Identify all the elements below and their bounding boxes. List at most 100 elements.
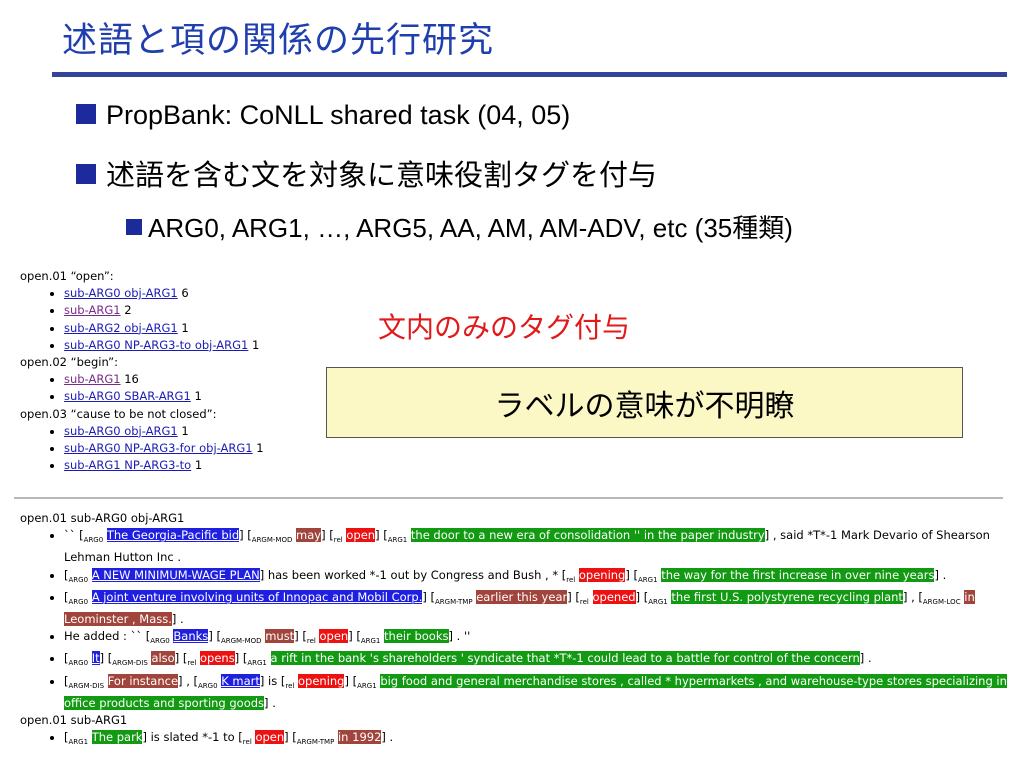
arg-span: their books (384, 629, 449, 644)
role-label: rel (333, 536, 343, 545)
role-label: ARG0 (198, 681, 218, 690)
frame-link[interactable]: sub-ARG0 SBAR-ARG1 (64, 389, 191, 403)
example-sentence: [ARG0 A joint venture involving units of… (64, 589, 1010, 628)
example-list: [ARG1 The park] is slated *-1 to [rel op… (20, 729, 1010, 751)
rel-span: open (319, 629, 349, 644)
frame-item: sub-ARG1 16 (64, 371, 264, 388)
example-heading: open.01 sub-ARG0 obj-ARG1 (20, 511, 185, 525)
frame-link[interactable]: sub-ARG0 NP-ARG3-to obj-ARG1 (64, 338, 248, 352)
role-label: rel (242, 738, 252, 747)
sentence-text: ] is slated *-1 to [ (142, 730, 243, 745)
example-sentence: [ARG0 A NEW MINIMUM-WAGE PLAN] has been … (64, 567, 1010, 589)
frame-list: sub-ARG0 obj-ARG1 6 sub-ARG1 2 sub-ARG2 … (20, 285, 264, 354)
annotation-box-text: ラベルの意味が不明瞭 (494, 388, 795, 424)
role-label: ARG1 (357, 681, 377, 690)
example-sentence: [ARGM-DIS For instance] , [ARG0 K mart] … (64, 673, 1010, 712)
frame-link[interactable]: sub-ARG0 obj-ARG1 (64, 286, 178, 300)
sentence-text: ] is [ (259, 673, 286, 688)
frame-count: 1 (194, 389, 202, 404)
frame-item: sub-ARG0 obj-ARG1 6 (64, 285, 264, 302)
bullet-propbank: PropBank: CoNLL shared task (04, 05) (76, 100, 570, 131)
square-bullet-icon (76, 103, 96, 124)
arg-span: The park (91, 730, 143, 745)
role-label: ARG0 (68, 597, 89, 606)
frame-link[interactable]: sub-ARG0 obj-ARG1 (64, 424, 178, 438)
frame-heading: open.02 “begin”: (20, 355, 118, 370)
frame-count: 16 (124, 372, 139, 387)
role-label: ARGM-TMP (296, 738, 335, 747)
arg-span: big food and general merchandise stores … (64, 673, 1007, 710)
sentence-text: ] . (264, 695, 276, 710)
role-label: rel (579, 597, 589, 606)
rel-span: opened (592, 589, 636, 604)
frame-count: 1 (256, 441, 264, 456)
frame-item: sub-ARG1 2 (64, 302, 264, 319)
frame-link[interactable]: sub-ARG0 NP-ARG3-for obj-ARG1 (64, 441, 253, 455)
arg-span: must (265, 629, 295, 644)
sentence-text: He added : `` [ (64, 629, 151, 644)
arg-span: K mart (221, 673, 260, 688)
frame-heading: open.03 “cause to be not closed”: (20, 406, 217, 421)
arg-span: For instance (107, 673, 179, 688)
arg-span: the door to a new era of consolidation '… (410, 528, 765, 543)
example-sentence: [ARG0 It] [ARGM-DIS also] [rel opens] [A… (64, 650, 1010, 672)
role-label: ARGM-LOC (922, 597, 961, 606)
role-label: ARGM-MOD (251, 536, 293, 545)
frame-list: sub-ARG1 16 sub-ARG0 SBAR-ARG1 1 (20, 371, 264, 405)
frame-count: 1 (252, 337, 260, 352)
example-sentence: `` [ARG0 The Georgia-Pacific bid] [ARGM-… (64, 527, 1010, 566)
example-sentence: [ARG1 The park] is slated *-1 to [rel op… (64, 729, 1010, 751)
frame-count: 1 (181, 423, 189, 438)
rel-span: opening (298, 673, 345, 688)
frame-link[interactable]: sub-ARG2 obj-ARG1 (64, 321, 178, 335)
arg-span: earlier this year (476, 589, 568, 604)
section-divider (14, 497, 1003, 499)
annotated-examples: open.01 sub-ARG0 obj-ARG1 `` [ARG0 The G… (20, 510, 1010, 751)
sentence-text: ] . (381, 730, 394, 745)
bullet-semantic-roles: 述語を含む文を対象に意味役割タグを付与 (76, 152, 657, 194)
frame-count: 1 (194, 458, 203, 473)
role-label: ARG0 (150, 637, 170, 646)
arg-span: A NEW MINIMUM-WAGE PLAN (91, 567, 260, 582)
frame-link[interactable]: sub-ARG1 NP-ARG3-to (64, 458, 191, 472)
rel-span: open (255, 730, 285, 745)
role-label: ARG1 (387, 536, 408, 545)
frame-item: sub-ARG0 SBAR-ARG1 1 (64, 388, 264, 405)
role-label: rel (187, 659, 197, 668)
frame-count: 1 (181, 320, 189, 335)
sentence-text: `` [ (64, 528, 84, 543)
frame-item: sub-ARG0 NP-ARG3-for obj-ARG1 1 (64, 440, 264, 457)
arg-span: in 1992 (337, 730, 382, 745)
role-label: rel (566, 575, 576, 584)
role-label: rel (306, 637, 316, 646)
frame-count: 6 (181, 286, 189, 301)
annotation-box: ラベルの意味が不明瞭 (326, 367, 963, 438)
role-label: ARGM-TMP (435, 597, 473, 606)
rel-span: opens (200, 651, 235, 666)
role-label: ARG0 (83, 536, 104, 545)
sentence-text: ] . (859, 651, 872, 666)
arg-span: A joint venture involving units of Innop… (91, 589, 423, 604)
role-label: ARGM-MOD (220, 637, 262, 646)
example-sentence: He added : `` [ARG0 Banks] [ARGM-MOD mus… (64, 628, 1010, 650)
title-underline (52, 72, 1007, 77)
frame-item: sub-ARG0 obj-ARG1 1 (64, 423, 264, 440)
rel-span: open (346, 528, 376, 543)
arg-span: the first U.S. polystyrene recycling pla… (671, 589, 903, 604)
role-label: rel (285, 681, 295, 690)
frame-link[interactable]: sub-ARG1 (64, 372, 121, 386)
rel-span: opening (578, 567, 626, 582)
slide-title: 述語と項の関係の先行研究 (62, 21, 495, 61)
role-label: ARG1 (68, 738, 89, 747)
sentence-text: ] . (171, 612, 184, 627)
frame-item: sub-ARG1 NP-ARG3-to 1 (64, 457, 264, 474)
example-heading: open.01 sub-ARG1 (20, 713, 128, 728)
frame-link[interactable]: sub-ARG1 (64, 303, 121, 317)
annotation-red-text: 文内のみのタグ付与 (378, 311, 631, 344)
sub-bullet-arg-types: ARG0, ARG1, …, ARG5, AA, AM, AM-ADV, etc… (126, 208, 793, 245)
sentence-text: ] . '' (448, 629, 471, 644)
arg-span: The Georgia-Pacific bid (106, 528, 240, 543)
role-label: ARG1 (638, 575, 658, 584)
sentence-text: ] . (934, 567, 947, 582)
example-list: `` [ARG0 The Georgia-Pacific bid] [ARGM-… (20, 527, 1010, 712)
